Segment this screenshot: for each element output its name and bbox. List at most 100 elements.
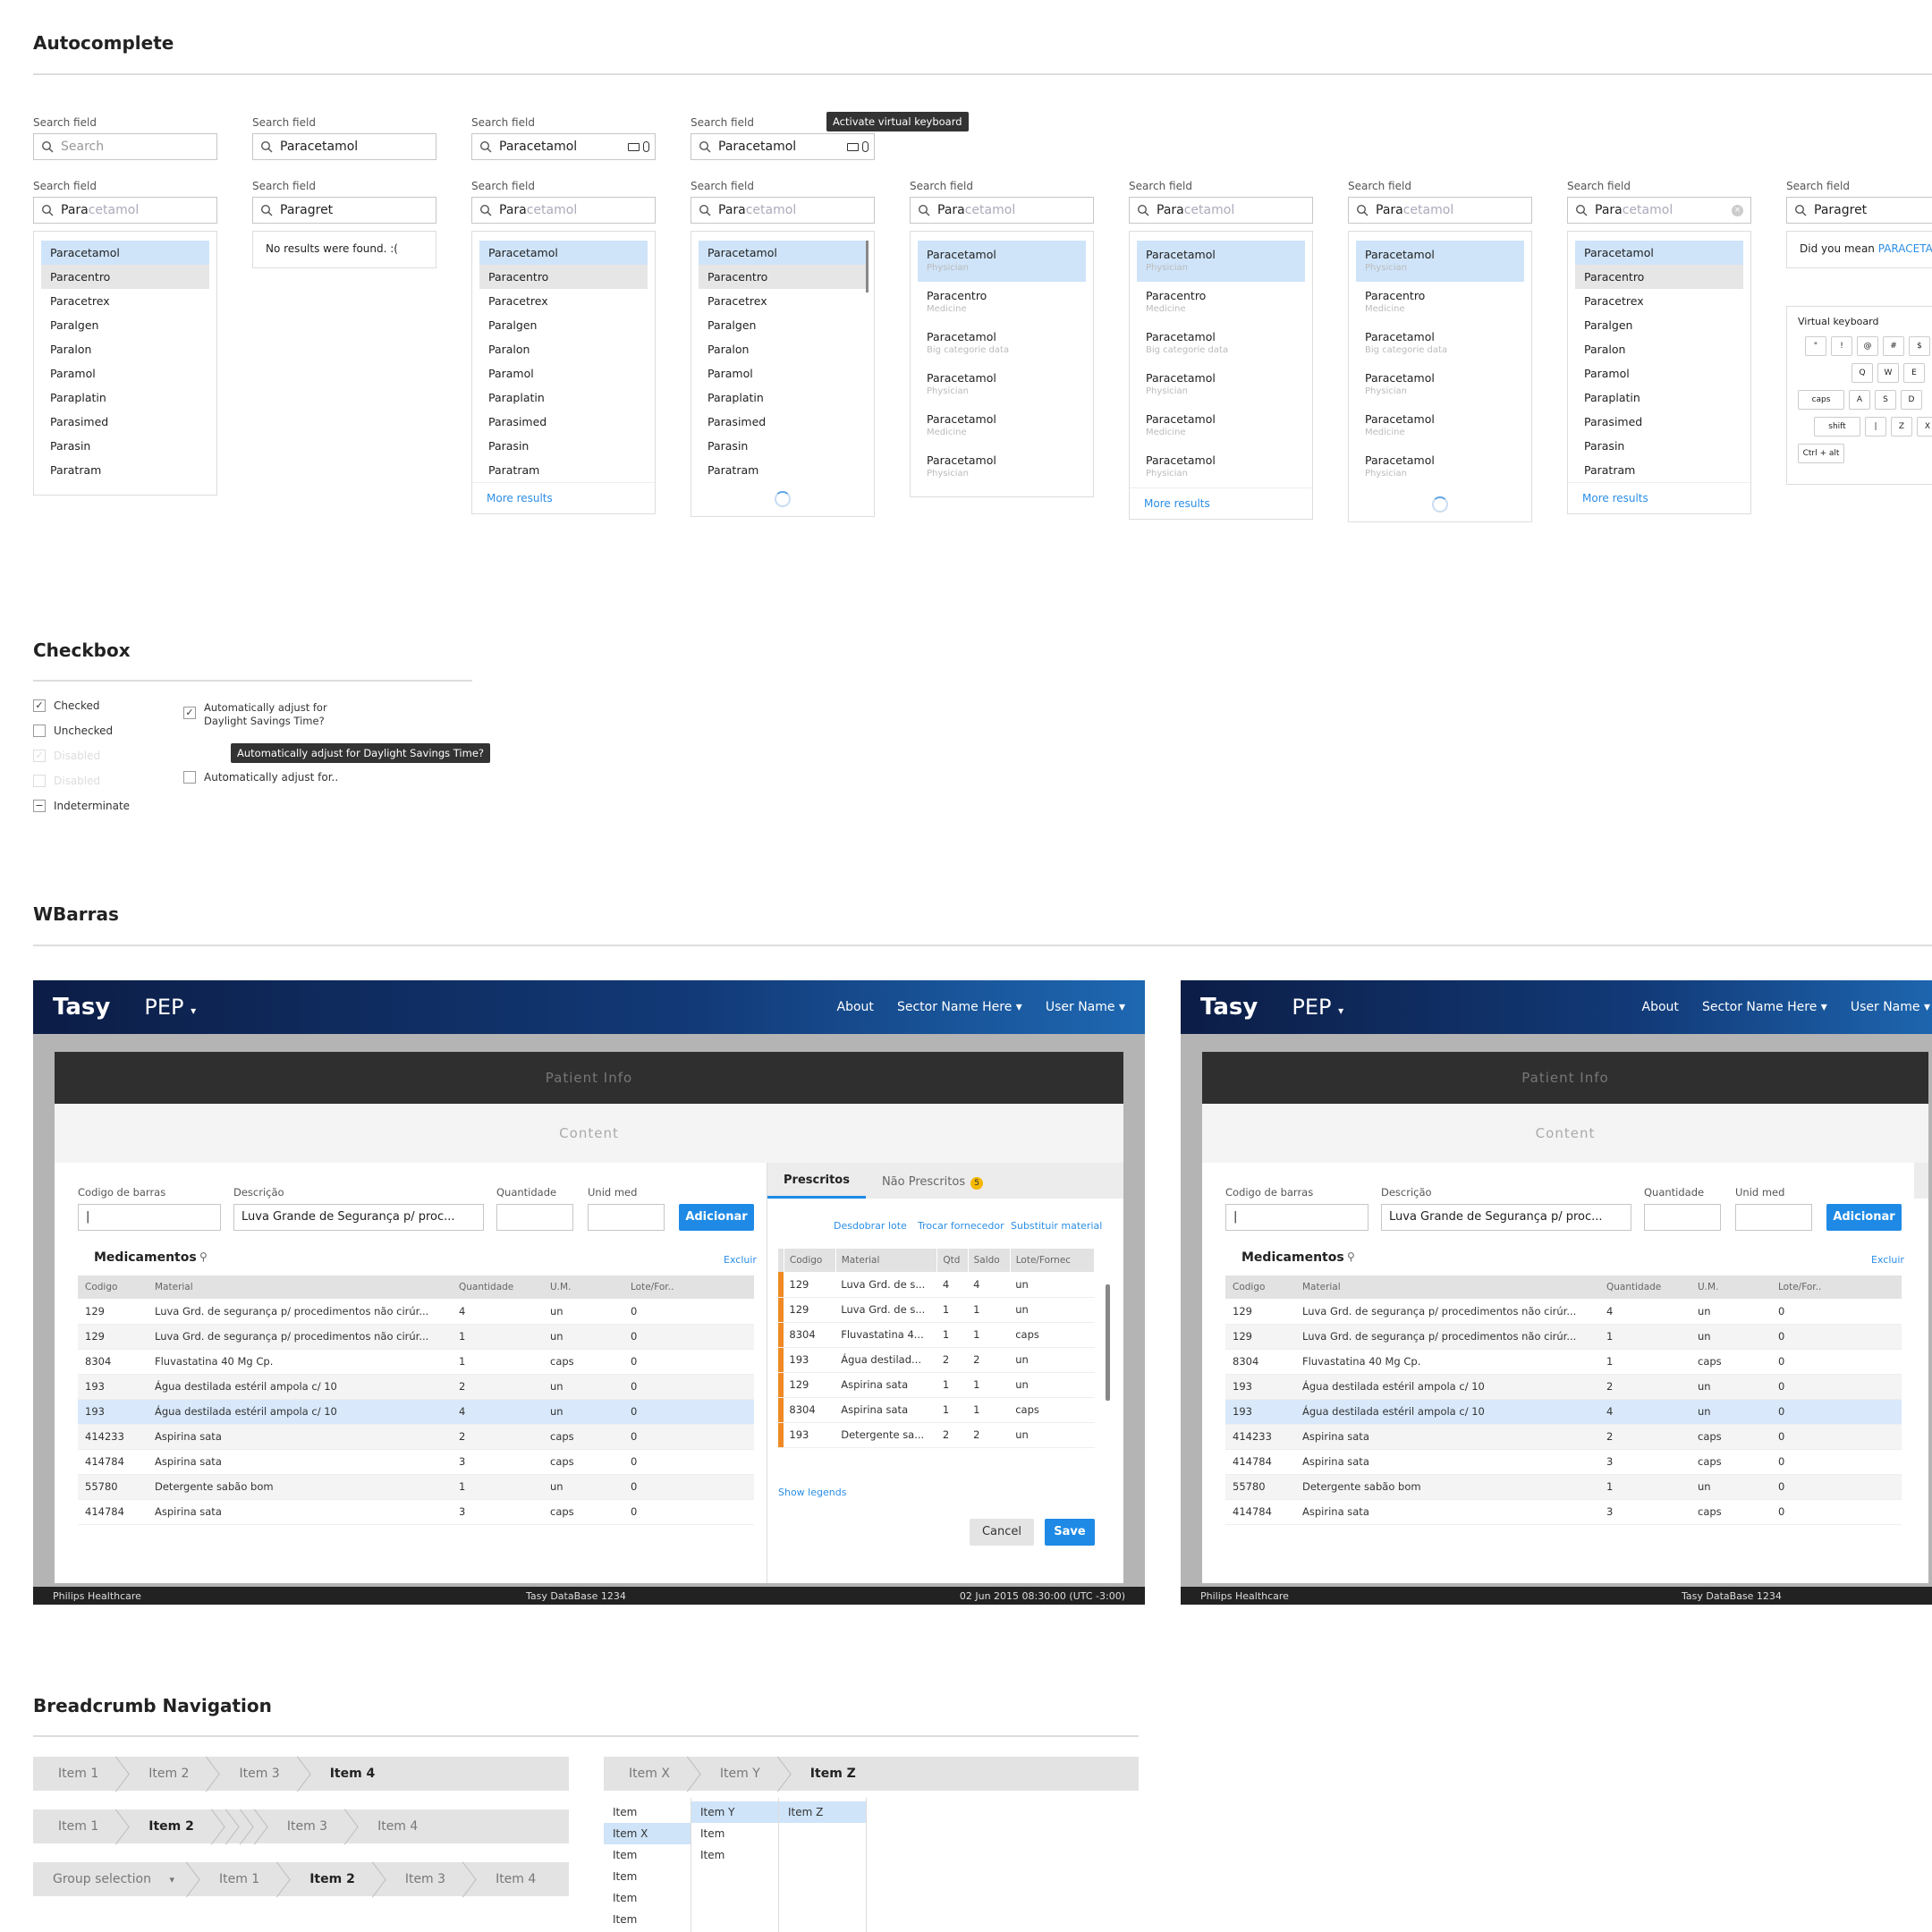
search-input[interactable]: Paracetamol bbox=[691, 133, 875, 160]
autocomplete-option[interactable]: Paracetamol Physician bbox=[1137, 364, 1305, 405]
autocomplete-option[interactable]: Parasin bbox=[699, 434, 867, 458]
scrollbar[interactable] bbox=[866, 241, 869, 292]
add-button[interactable]: Adicionar bbox=[1826, 1204, 1902, 1231]
autocomplete-option[interactable]: Paralgen bbox=[479, 313, 648, 337]
autocomplete-option[interactable]: Paracetamol Physician bbox=[1137, 241, 1305, 282]
breadcrumb-option[interactable]: Item Z bbox=[779, 1801, 866, 1823]
autocomplete-option[interactable]: Paracentro Medicine bbox=[1137, 282, 1305, 323]
module-menu[interactable]: PEP ▾ bbox=[144, 995, 196, 1020]
keyboard-key[interactable]: D bbox=[1901, 390, 1922, 410]
filter-icon[interactable]: ⚲ bbox=[1347, 1250, 1355, 1263]
search-input[interactable]: Paracetamol bbox=[1129, 197, 1313, 224]
breadcrumb-option[interactable]: Item X bbox=[604, 1823, 691, 1844]
autocomplete-option[interactable]: Paracetrex bbox=[479, 289, 648, 313]
autocomplete-option[interactable]: Paratram bbox=[479, 458, 648, 482]
search-input[interactable]: Paracetamol bbox=[252, 133, 436, 160]
table-row[interactable]: 55780 Detergente sabão bom 1 un 0 bbox=[1225, 1474, 1902, 1500]
search-input[interactable]: Paragret bbox=[252, 197, 436, 224]
clear-icon[interactable]: × bbox=[1732, 205, 1743, 216]
autocomplete-option[interactable]: Parasin bbox=[1575, 434, 1743, 458]
keyboard-key[interactable]: $ bbox=[1909, 336, 1930, 356]
autocomplete-option[interactable]: Paramol bbox=[479, 361, 648, 386]
search-input[interactable]: Paragret bbox=[1786, 197, 1932, 224]
column-header[interactable]: Codigo bbox=[78, 1275, 148, 1299]
autocomplete-option[interactable]: Parasimed bbox=[479, 410, 648, 434]
search-input[interactable]: Paracetamol bbox=[691, 197, 875, 224]
autocomplete-option[interactable]: Paralgen bbox=[699, 313, 867, 337]
description-input[interactable]: Luva Grande de Segurança p/ proc... bbox=[1381, 1204, 1631, 1231]
autocomplete-option[interactable]: Paracetamol Big categorie data bbox=[1356, 323, 1524, 364]
column-header[interactable]: Codigo bbox=[784, 1249, 836, 1272]
module-menu[interactable]: PEP ▾ bbox=[1292, 995, 1343, 1020]
nav-sector[interactable]: Sector Name Here ▾ bbox=[1702, 1000, 1827, 1014]
microphone-icon[interactable] bbox=[862, 141, 869, 152]
filter-icon[interactable]: ⚲ bbox=[199, 1250, 208, 1263]
more-results-link[interactable]: More results bbox=[472, 482, 655, 513]
checkbox-long-label[interactable]: ✓ Automatically adjust for Daylight Saving… bbox=[183, 701, 327, 728]
breadcrumb-item[interactable]: Item 2 bbox=[123, 1809, 219, 1843]
autocomplete-option[interactable]: Paracentro bbox=[1575, 265, 1743, 289]
breadcrumb-item[interactable]: Item 3 bbox=[262, 1809, 352, 1843]
scrollbar[interactable] bbox=[1106, 1284, 1110, 1401]
table-row[interactable]: 193 Água destilada estéril ampola c/ 10 2 u… bbox=[78, 1374, 754, 1400]
autocomplete-option[interactable]: Paracetamol Physician bbox=[918, 364, 1086, 405]
barcode-input[interactable]: | bbox=[1225, 1204, 1368, 1231]
autocomplete-option[interactable]: Paratram bbox=[1575, 458, 1743, 482]
autocomplete-option[interactable]: Paracetamol Medicine bbox=[1356, 405, 1524, 446]
keyboard-key[interactable]: | bbox=[1865, 417, 1886, 436]
change-supplier-link[interactable]: Trocar fornecedor bbox=[918, 1220, 1004, 1232]
keyboard-key[interactable]: Z bbox=[1891, 417, 1912, 436]
autocomplete-option[interactable]: Paracentro bbox=[41, 265, 209, 289]
keyboard-key[interactable]: " bbox=[1805, 336, 1826, 356]
breadcrumb-option[interactable]: Item bbox=[691, 1844, 778, 1866]
autocomplete-option[interactable]: Paracetamol Physician bbox=[918, 241, 1086, 282]
table-row[interactable]: 129 Luva Grd. de segurança p/ procediment… bbox=[78, 1324, 754, 1350]
breadcrumb-item[interactable]: Item 1 bbox=[33, 1809, 123, 1843]
search-input[interactable]: Para cetamol × bbox=[1567, 197, 1751, 224]
keyboard-key[interactable]: A bbox=[1849, 390, 1870, 410]
search-input[interactable]: Paracetamol bbox=[471, 133, 656, 160]
column-header[interactable]: Quantidade bbox=[452, 1275, 543, 1299]
nav-sector[interactable]: Sector Name Here ▾ bbox=[897, 1000, 1022, 1014]
tab-nao-prescritos[interactable]: Não Prescritos 5 bbox=[866, 1175, 999, 1199]
autocomplete-option[interactable]: Paralgen bbox=[41, 313, 209, 337]
autocomplete-option[interactable]: Paracetamol bbox=[41, 241, 209, 265]
nav-user[interactable]: User Name ▾ bbox=[1046, 1000, 1125, 1014]
more-results-link[interactable]: More results bbox=[1568, 482, 1750, 513]
autocomplete-option[interactable]: Paracetamol Physician bbox=[1356, 364, 1524, 405]
quantity-input[interactable] bbox=[1644, 1204, 1721, 1231]
autocomplete-option[interactable]: Paraplatin bbox=[479, 386, 648, 410]
table-row[interactable]: 193 Água destilada estéril ampola c/ 10 4 u… bbox=[78, 1399, 754, 1425]
breadcrumb-item[interactable]: Item Y bbox=[695, 1757, 785, 1791]
column-header[interactable]: U.M. bbox=[543, 1275, 623, 1299]
checkbox-checked[interactable]: ✓ Checked bbox=[33, 699, 100, 712]
column-header[interactable]: Codigo bbox=[1225, 1275, 1295, 1299]
breadcrumb-item[interactable]: Item 3 bbox=[380, 1862, 470, 1896]
table-row[interactable]: 8304 Fluvastatina 40 Mg Cp. 1 caps 0 bbox=[78, 1349, 754, 1375]
autocomplete-option[interactable]: Paracetamol bbox=[699, 241, 867, 265]
autocomplete-option[interactable]: Paracetamol Medicine bbox=[1137, 405, 1305, 446]
table-row[interactable]: 193 Detergente sa... 2 2 un bbox=[778, 1422, 1095, 1448]
autocomplete-option[interactable]: Paracetamol Medicine bbox=[918, 405, 1086, 446]
autocomplete-option[interactable]: Paracetamol bbox=[479, 241, 648, 265]
add-button[interactable]: Adicionar bbox=[679, 1204, 754, 1231]
autocomplete-option[interactable]: Paratram bbox=[41, 458, 209, 482]
replace-material-link[interactable]: Substituir material bbox=[1011, 1220, 1102, 1232]
autocomplete-option[interactable]: Paracetamol Physician bbox=[918, 446, 1086, 487]
autocomplete-option[interactable]: Paralon bbox=[699, 337, 867, 361]
quantity-input[interactable] bbox=[496, 1204, 573, 1231]
search-input[interactable]: Paracetamol bbox=[910, 197, 1094, 224]
keyboard-key[interactable]: E bbox=[1903, 363, 1925, 383]
autocomplete-option[interactable]: Parasimed bbox=[1575, 410, 1743, 434]
autocomplete-option[interactable]: Paracetamol Big categorie data bbox=[918, 323, 1086, 364]
autocomplete-option[interactable]: Paracetrex bbox=[41, 289, 209, 313]
table-row[interactable]: 129 Luva Grd. de segurança p/ procediment… bbox=[78, 1299, 754, 1325]
column-header[interactable]: Lote/Fornec bbox=[1010, 1249, 1096, 1272]
breadcrumb-item[interactable]: Item 4 bbox=[352, 1809, 443, 1843]
autocomplete-option[interactable]: Paraplatin bbox=[41, 386, 209, 410]
cancel-button[interactable]: Cancel bbox=[970, 1519, 1034, 1546]
table-row[interactable]: 193 Água destilad... 2 2 un bbox=[778, 1347, 1095, 1373]
breadcrumb-item[interactable]: Item 1 bbox=[194, 1862, 284, 1896]
table-row[interactable]: 8304 Aspirina sata 1 1 caps bbox=[778, 1397, 1095, 1423]
table-row[interactable]: 8304 Fluvastatina 40 Mg Cp. 1 caps 0 bbox=[1225, 1349, 1902, 1375]
